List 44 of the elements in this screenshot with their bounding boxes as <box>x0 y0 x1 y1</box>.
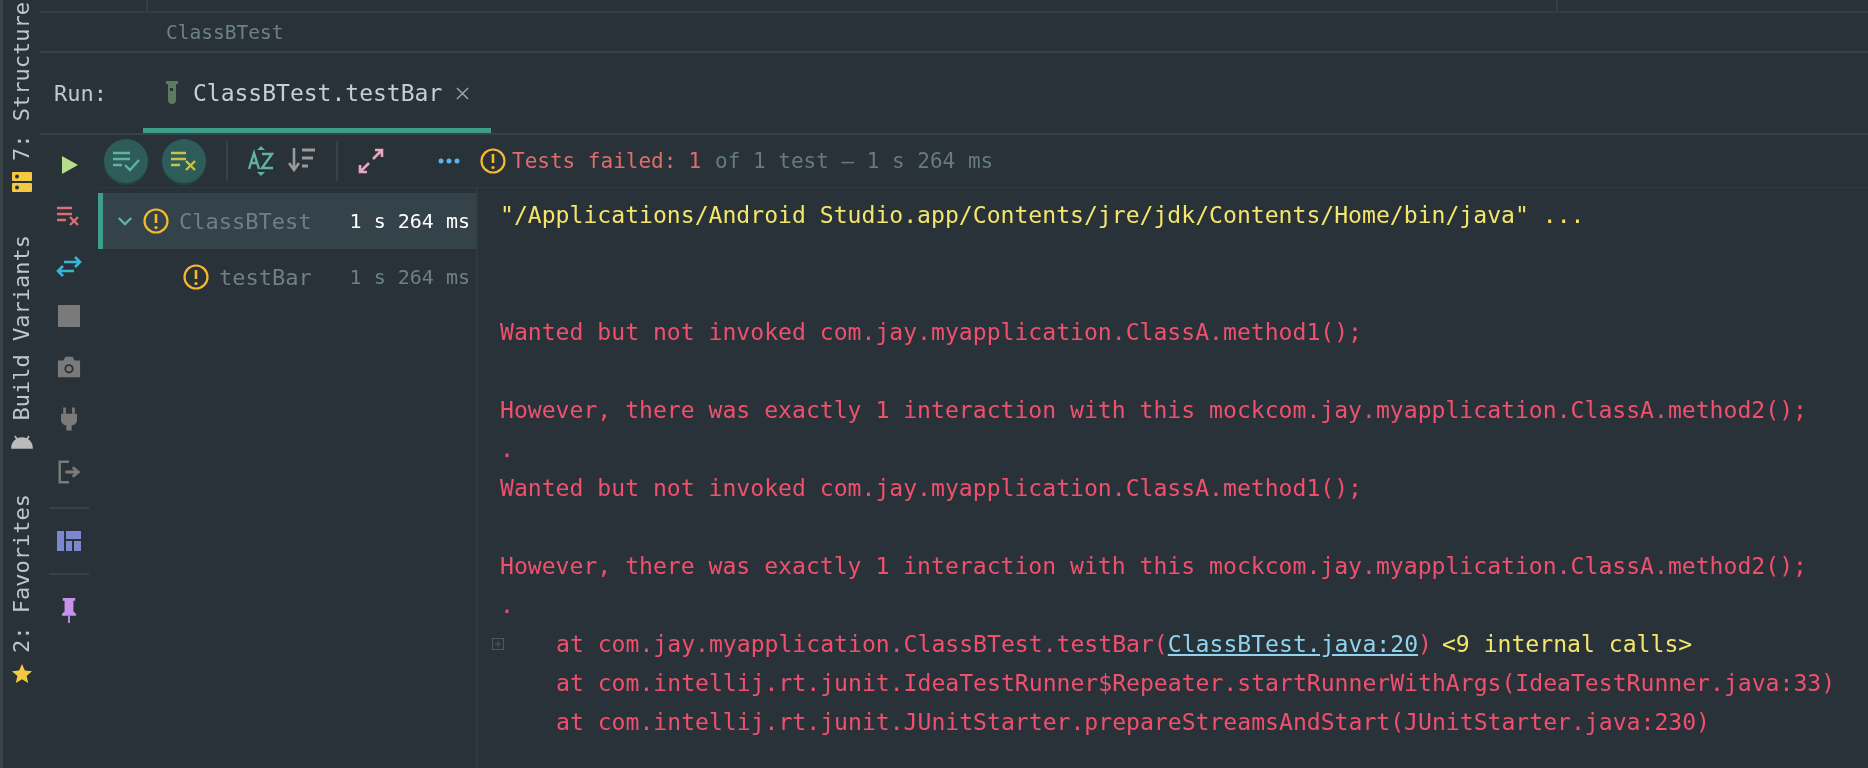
tool-window-tab[interactable]: Build Variants <box>9 234 34 421</box>
warning-icon <box>480 148 506 174</box>
expand-icon[interactable] <box>358 148 384 174</box>
exit-icon[interactable] <box>56 459 82 485</box>
internal-calls-link[interactable]: <9 internal calls> <box>1441 630 1693 657</box>
test-summary: of 1 test – 1 s 264 ms <box>715 149 994 173</box>
close-icon[interactable] <box>456 86 470 100</box>
stack-trace-line: at com.intellij.rt.junit.JUnitStarter.prepareStreamsAndStart(JUnitStarter.java:230) <box>556 708 1710 735</box>
stack-trace-line: at com.intellij.rt.junit.IdeaTestRunner$Repeater.startRunnerWithArgs(IdeaTestRunner.java:33) <box>556 669 1836 696</box>
tree-row[interactable]: ClassBTest 1 s 264 ms <box>98 193 476 249</box>
console-line: "/Applications/Android Studio.app/Contents/jre/jdk/Contents/Home/bin/java" ... <box>500 201 1585 228</box>
console-line: However, there was exactly 1 interaction with this mockcom.jay.myapplication.ClassA.method2(); <box>500 552 1807 579</box>
run-label: Run: <box>54 80 107 106</box>
failed-count: 1 <box>688 149 702 173</box>
console-line: Wanted but not invoked com.jay.myapplication.ClassA.method1(); <box>500 474 1363 501</box>
show-ignored-button[interactable] <box>162 139 206 183</box>
warning-icon <box>183 264 209 290</box>
pin-icon[interactable] <box>61 597 77 624</box>
list-cross-icon <box>170 150 198 172</box>
swap-arrows-icon[interactable] <box>56 255 82 277</box>
show-passed-button[interactable] <box>104 139 148 183</box>
tool-window-tab[interactable]: 7: Structure <box>9 2 34 161</box>
stack-trace-line: at com.jay.myapplication.ClassBTest.testBar(ClassBTest.java:20) <box>556 630 1432 657</box>
sort-by-duration-icon[interactable] <box>288 148 316 174</box>
rerun-failed-icon[interactable] <box>56 205 82 227</box>
tests-failed-label: Tests failed: <box>512 149 677 173</box>
run-tab[interactable]: ClassBTest.testBar <box>143 53 492 133</box>
plug-icon[interactable] <box>61 407 77 431</box>
star-icon[interactable] <box>10 663 33 686</box>
source-link[interactable]: ClassBTest.java:20 <box>1167 630 1419 657</box>
test-tube-icon <box>165 80 179 106</box>
camera-icon[interactable] <box>56 355 82 379</box>
chevron-icon[interactable] <box>117 215 133 227</box>
more-icon[interactable] <box>438 158 460 164</box>
console-line: . <box>500 435 514 462</box>
console-line: . <box>500 591 514 618</box>
layout-icon[interactable] <box>57 531 81 551</box>
console-line: Wanted but not invoked com.jay.myapplication.ClassA.method1(); <box>500 318 1363 345</box>
structure-icon[interactable] <box>10 170 33 193</box>
sort-alphabetically-icon[interactable] <box>248 146 274 176</box>
console-line: However, there was exactly 1 interaction with this mockcom.jay.myapplication.ClassA.method2(); <box>500 396 1807 423</box>
tool-window-tab[interactable]: 2: Favorites <box>9 494 34 654</box>
warning-icon <box>143 208 169 234</box>
list-check-icon <box>112 150 140 172</box>
